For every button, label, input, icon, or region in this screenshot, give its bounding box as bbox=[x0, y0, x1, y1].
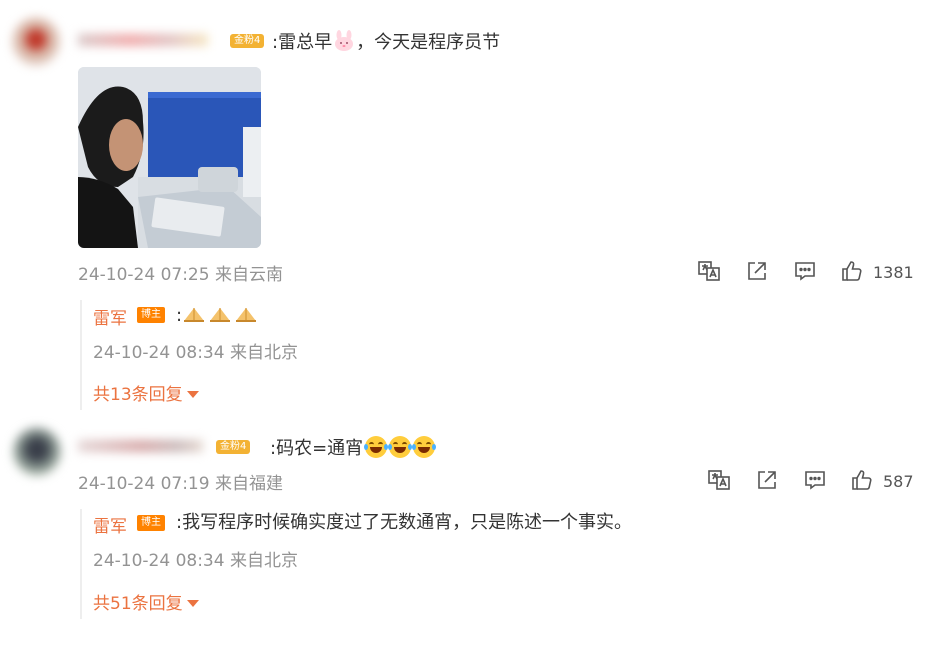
comment-image[interactable] bbox=[78, 67, 261, 248]
comment-meta: 24-10-24 07:19 来自福建 bbox=[78, 474, 283, 494]
clasped-hands-emoji-icon bbox=[182, 304, 206, 324]
like-count: 587 bbox=[883, 472, 914, 491]
clasped-hands-emoji-icon bbox=[208, 304, 232, 324]
avatar[interactable] bbox=[12, 18, 60, 66]
comment-text: :雷总早 ，今天是程序员节 bbox=[272, 30, 500, 54]
blogger-badge: 博主 bbox=[137, 515, 165, 531]
comment-text-prefix: :雷总早 bbox=[272, 32, 333, 53]
reply-divider bbox=[80, 300, 82, 410]
share-icon[interactable] bbox=[745, 259, 769, 283]
username[interactable] bbox=[78, 34, 208, 46]
more-replies-link[interactable]: 共13条回复 bbox=[93, 380, 199, 405]
clasped-hands-emoji-icon bbox=[234, 304, 258, 324]
comment-text-main: :码农=通宵 bbox=[270, 438, 364, 459]
caret-down-icon bbox=[186, 600, 199, 607]
blogger-badge: 博主 bbox=[137, 307, 165, 323]
thumbs-up-icon[interactable] bbox=[850, 468, 874, 492]
photo-illustration bbox=[78, 67, 261, 248]
tears-of-joy-emoji-icon bbox=[388, 436, 413, 458]
translate-icon[interactable] bbox=[697, 259, 721, 283]
more-replies-label: 共51条回复 bbox=[93, 594, 183, 614]
more-replies-label: 共13条回复 bbox=[93, 385, 183, 405]
share-icon[interactable] bbox=[755, 468, 779, 492]
reply-author[interactable]: 雷军 bbox=[93, 512, 127, 537]
caret-down-icon bbox=[186, 391, 199, 398]
tears-of-joy-emoji-icon bbox=[412, 436, 437, 458]
comment-text-suffix: ，今天是程序员节 bbox=[356, 32, 501, 53]
bunny-emoji-icon bbox=[332, 30, 356, 52]
reply-divider bbox=[80, 509, 82, 619]
fan-badge[interactable]: 金粉4 bbox=[230, 34, 265, 48]
more-replies-link[interactable]: 共51条回复 bbox=[93, 589, 199, 614]
translate-icon[interactable] bbox=[707, 468, 731, 492]
comment-text: :码农=通宵 bbox=[270, 436, 437, 460]
comment-icon[interactable] bbox=[793, 259, 817, 283]
comment-icon[interactable] bbox=[803, 468, 827, 492]
reply-meta: 24-10-24 08:34 来自北京 bbox=[93, 343, 298, 363]
like-count: 1381 bbox=[873, 263, 914, 282]
reply-text: : bbox=[176, 304, 260, 327]
username[interactable] bbox=[78, 440, 203, 452]
reply-author[interactable]: 雷军 bbox=[93, 304, 127, 329]
avatar[interactable] bbox=[13, 428, 61, 476]
reply-text: :我写程序时候确实度过了无数通宵，只是陈述一个事实。 bbox=[176, 512, 633, 533]
comment-meta: 24-10-24 07:25 来自云南 bbox=[78, 265, 283, 285]
reply-meta: 24-10-24 08:34 来自北京 bbox=[93, 551, 298, 571]
thumbs-up-icon[interactable] bbox=[840, 259, 864, 283]
fan-badge[interactable]: 金粉4 bbox=[216, 440, 251, 454]
tears-of-joy-emoji-icon bbox=[364, 436, 389, 458]
